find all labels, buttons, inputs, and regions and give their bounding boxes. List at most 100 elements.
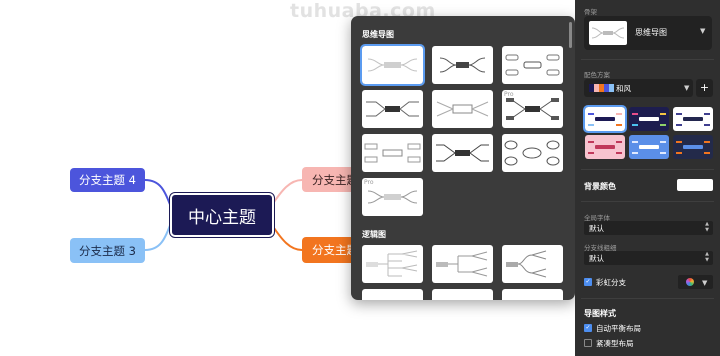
scheme-dot <box>660 113 666 115</box>
scheme-dot <box>632 141 638 143</box>
divider <box>581 169 714 170</box>
scheme-center-mark <box>683 117 703 121</box>
scheme-dot <box>704 124 710 126</box>
scheme-dot <box>660 152 666 154</box>
scheme-center-mark <box>639 117 659 121</box>
auto-balance-checkbox[interactable]: ✓ <box>584 324 592 332</box>
scheme-dot <box>588 141 594 143</box>
template-preview-icon <box>364 143 421 163</box>
template-preview-icon <box>504 140 560 166</box>
scheme-dot <box>704 152 710 154</box>
template-preview-icon <box>436 101 489 117</box>
color-scheme-card[interactable] <box>629 107 669 131</box>
template-preview-icon <box>436 251 488 277</box>
template-thumb[interactable] <box>432 46 493 84</box>
chevron-down-icon: ▼ <box>702 279 708 287</box>
structure-selector[interactable]: 思维导图 ▼ <box>584 16 712 50</box>
template-thumb[interactable] <box>502 245 563 283</box>
scheme-center-mark <box>595 145 615 149</box>
rainbow-palette-select[interactable]: ▼ <box>678 275 713 289</box>
template-preview-icon <box>436 144 489 162</box>
scheme-dot <box>588 152 594 154</box>
scheme-center-mark <box>683 145 703 149</box>
scheme-center-mark <box>639 145 659 149</box>
scheme-dot <box>660 141 666 143</box>
template-thumb[interactable]: Pro <box>362 178 423 216</box>
connector-left-bottom <box>144 219 173 251</box>
stepper-arrows-icon: ▲ ▼ <box>705 221 709 233</box>
scheme-dot <box>588 113 594 115</box>
template-thumb[interactable] <box>502 46 563 84</box>
add-color-scheme-button[interactable]: + <box>696 79 713 97</box>
template-preview-icon <box>506 250 547 278</box>
scheme-dot <box>704 141 710 143</box>
compact-layout-label: 紧凑型布局 <box>596 339 634 348</box>
template-thumb[interactable] <box>502 289 563 300</box>
popup-scrollbar[interactable] <box>569 22 572 48</box>
template-thumb[interactable]: Pro <box>502 90 563 128</box>
section-heading-logic: 逻辑图 <box>362 230 386 239</box>
branch-topic-4[interactable]: 分支主题 4 <box>70 168 145 192</box>
template-thumb[interactable] <box>362 134 423 172</box>
template-thumb[interactable] <box>502 134 563 172</box>
central-topic[interactable]: 中心主题 <box>169 192 275 238</box>
template-thumb[interactable] <box>360 44 425 86</box>
global-font-value: 默认 <box>589 224 604 233</box>
scheme-dot <box>588 124 594 126</box>
scheme-dot <box>616 152 622 154</box>
connector-left-top <box>144 179 173 211</box>
branch-topic-3[interactable]: 分支主题 3 <box>70 238 145 263</box>
divider <box>581 201 714 202</box>
template-preview-icon <box>367 58 418 72</box>
template-preview-icon <box>366 101 419 117</box>
divider <box>581 59 714 60</box>
template-preview-icon <box>506 98 559 120</box>
scheme-dot <box>676 124 682 126</box>
chevron-down-icon: ▼ <box>684 84 690 92</box>
template-preview-icon <box>366 250 418 277</box>
chevron-down-icon: ▼ <box>700 27 706 35</box>
rainbow-icon <box>686 278 694 286</box>
color-scheme-label: 配色方案 <box>584 71 610 79</box>
template-preview-icon <box>439 57 486 73</box>
rainbow-branch-checkbox[interactable]: ✓ <box>584 278 592 286</box>
scheme-center-mark <box>595 117 615 121</box>
scheme-dot <box>676 152 682 154</box>
scheme-dot <box>632 113 638 115</box>
color-scheme-card[interactable] <box>673 107 713 131</box>
template-preview-icon <box>505 54 560 76</box>
compact-layout-checkbox[interactable] <box>584 339 592 347</box>
template-thumb[interactable] <box>432 134 493 172</box>
color-scheme-card[interactable] <box>585 135 625 159</box>
scheme-dot <box>676 113 682 115</box>
stepper-arrows-icon: ▲ ▼ <box>705 251 709 263</box>
scheme-dot <box>632 152 638 154</box>
background-color-swatch[interactable] <box>677 179 713 191</box>
structure-label: 骨架 <box>584 8 597 16</box>
color-scheme-card[interactable] <box>583 105 627 133</box>
scheme-dot <box>632 124 638 126</box>
scheme-dot <box>676 141 682 143</box>
connector-right-bottom <box>271 224 303 251</box>
template-thumb[interactable] <box>362 289 423 300</box>
template-thumb[interactable] <box>432 90 493 128</box>
map-style-label: 导图样式 <box>584 309 616 318</box>
branch-width-value: 默认 <box>589 254 604 263</box>
global-font-select[interactable]: 默认 ▲ ▼ <box>584 221 713 235</box>
branch-width-select[interactable]: 默认 ▲ ▼ <box>584 251 713 265</box>
divider <box>581 298 714 299</box>
section-heading-mindmap: 思维导图 <box>362 30 394 39</box>
template-thumb[interactable] <box>362 90 423 128</box>
template-thumb[interactable] <box>362 245 423 283</box>
template-popup: 思维导图 Pro Pro 逻辑图 <box>351 16 575 300</box>
color-scheme-card[interactable] <box>673 135 713 159</box>
color-scheme-select[interactable]: 和风 ▼ <box>584 79 693 97</box>
swatch <box>609 84 614 92</box>
structure-value: 思维导图 <box>635 28 667 37</box>
template-preview-icon <box>367 190 418 204</box>
template-thumb[interactable] <box>432 245 493 283</box>
color-scheme-card[interactable] <box>629 135 669 159</box>
template-thumb[interactable] <box>432 289 493 300</box>
properties-panel: 骨架 思维导图 ▼ 配色方案 和风 ▼ + 背景颜色 全局字体 默认 ▲ ▼ 分… <box>575 0 720 356</box>
structure-preview-icon <box>591 27 625 39</box>
